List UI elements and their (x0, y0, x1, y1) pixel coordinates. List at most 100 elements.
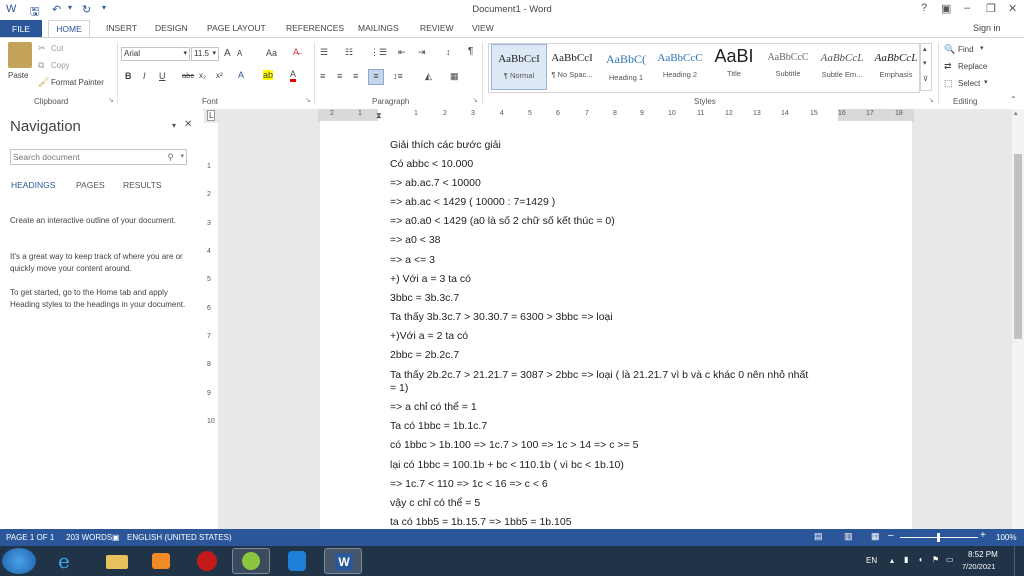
tab-references[interactable]: REFERENCES (286, 23, 344, 33)
superscript-button[interactable]: x² (216, 71, 223, 80)
word-count[interactable]: 203 WORDS (66, 533, 112, 542)
style-subtitle[interactable]: AaBbCcC Subtitle (761, 44, 815, 90)
shrink-font-button[interactable]: A (237, 49, 242, 58)
chevron-up-icon[interactable]: ▴ (923, 45, 927, 53)
chevron-down-icon[interactable]: ▾ (984, 78, 988, 86)
align-right-icon[interactable]: ≡ (353, 71, 358, 81)
web-layout-icon[interactable]: ▦ (871, 531, 880, 542)
tab-review[interactable]: REVIEW (420, 23, 454, 33)
tab-page-layout[interactable]: PAGE LAYOUT (207, 23, 266, 33)
align-left-icon[interactable]: ≡ (320, 71, 325, 81)
network-icon[interactable]: ▮ (904, 555, 908, 564)
flag-icon[interactable]: ⚑ (932, 555, 939, 564)
clipboard-launcher-icon[interactable]: ↘ (108, 96, 114, 104)
zoom-out-button[interactable]: – (888, 530, 894, 541)
tab-pages[interactable]: PAGES (76, 180, 105, 190)
tab-mailings[interactable]: MAILINGS (358, 23, 399, 33)
page-count[interactable]: PAGE 1 OF 1 (6, 533, 54, 542)
tab-file[interactable]: FILE (0, 20, 42, 38)
battery-icon[interactable]: ▭ (946, 555, 954, 564)
indent-marker-icon[interactable]: ⧗ (376, 111, 382, 121)
styles-launcher-icon[interactable]: ↘ (928, 96, 934, 104)
style-subtle-emphasis[interactable]: AaBbCcL Subtle Em... (815, 44, 869, 90)
style-heading-2[interactable]: AaBbCcC Heading 2 (653, 44, 707, 90)
tab-selector-icon[interactable]: L (207, 110, 216, 121)
word-icon[interactable]: W (324, 548, 362, 574)
ribbon-display-button[interactable]: ▣ (941, 2, 951, 15)
tab-results[interactable]: RESULTS (123, 180, 162, 190)
scrollbar-thumb[interactable] (1014, 154, 1022, 339)
tab-home[interactable]: HOME (48, 20, 90, 38)
justify-icon[interactable]: ≡ (368, 69, 384, 85)
close-icon[interactable]: ✕ (184, 119, 192, 130)
language-status[interactable]: ENGLISH (UNITED STATES) (127, 533, 232, 542)
shield-app-icon[interactable] (278, 548, 316, 574)
style-heading-1[interactable]: AaBbC( Heading 1 (599, 44, 653, 90)
sign-in-link[interactable]: Sign in (973, 23, 1001, 33)
input-language[interactable]: EN (866, 556, 877, 565)
collapse-ribbon-icon[interactable]: ⌃ (1010, 95, 1017, 104)
decrease-indent-icon[interactable]: ⇤ (398, 47, 406, 58)
tab-design[interactable]: DESIGN (155, 23, 188, 33)
folder-icon[interactable] (98, 548, 136, 574)
show-hidden-icons-icon[interactable]: ▴ (890, 556, 894, 565)
red-app-icon[interactable] (188, 548, 226, 574)
search-icon[interactable]: ⚲ (167, 150, 174, 164)
italic-button[interactable]: I (143, 71, 146, 81)
zoom-slider-thumb[interactable] (937, 533, 940, 542)
tab-view[interactable]: VIEW (472, 23, 494, 33)
font-name-box[interactable]: Arial ▾ (121, 47, 190, 61)
font-color-icon[interactable]: A (290, 69, 297, 82)
increase-indent-icon[interactable]: ⇥ (418, 47, 426, 58)
format-painter-icon[interactable]: 🖌 (38, 77, 49, 88)
green-app-icon[interactable] (232, 548, 270, 574)
copy-icon[interactable]: ⧉ (38, 60, 44, 71)
help-button[interactable]: ? (921, 2, 927, 14)
clock-time[interactable]: 8:52 PM (968, 550, 998, 559)
ie-icon[interactable]: e (48, 548, 86, 574)
text-effects-icon[interactable]: A (238, 70, 244, 80)
style-no-spacing[interactable]: AaBbCcI ¶ No Spac... (545, 44, 599, 90)
bold-button[interactable]: B (125, 71, 132, 81)
chevron-down-icon[interactable]: ▾ (180, 150, 184, 164)
line-spacing-icon[interactable]: ↕≡ (393, 71, 403, 81)
styles-scroll[interactable]: ▴ ▾ ⊽ (920, 43, 932, 91)
shading-icon[interactable]: ◭ (425, 71, 432, 82)
chevron-down-icon[interactable]: ▾ (980, 44, 984, 52)
volume-icon[interactable]: ◖ (918, 555, 923, 564)
paragraph-launcher-icon[interactable]: ↘ (472, 96, 478, 104)
change-case-button[interactable]: Aa (266, 48, 277, 58)
clear-formatting-icon[interactable]: A̶ (293, 47, 299, 57)
align-center-icon[interactable]: ≡ (337, 71, 342, 81)
chevron-down-icon[interactable]: ▾ (923, 59, 927, 67)
grow-font-button[interactable]: A (224, 48, 231, 59)
show-marks-button[interactable]: ¶ (468, 46, 473, 57)
paste-icon[interactable] (8, 42, 32, 68)
chevron-up-icon[interactable]: ▴ (1014, 109, 1018, 117)
multilevel-list-icon[interactable]: ⋮☰ (370, 47, 387, 58)
tab-insert[interactable]: INSERT (106, 23, 137, 33)
search-input[interactable]: Search document ⚲ ▾ (10, 149, 187, 165)
format-painter-button[interactable]: Format Painter (51, 78, 104, 87)
document-page[interactable]: Giải thích các bước giải Có abbc < 10.00… (320, 121, 912, 529)
clock-date[interactable]: 7/20/2021 (962, 562, 995, 571)
paste-button[interactable]: Paste (8, 71, 28, 80)
vertical-ruler[interactable]: 1 2 3 4 5 6 7 8 9 10 (204, 123, 218, 529)
cut-button[interactable]: Cut (51, 44, 63, 53)
select-icon[interactable]: ⬚ (944, 78, 953, 89)
find-icon[interactable]: 🔍 (944, 44, 955, 55)
zoom-level[interactable]: 100% (996, 533, 1016, 542)
media-player-icon[interactable] (142, 548, 180, 574)
font-launcher-icon[interactable]: ↘ (305, 96, 311, 104)
read-mode-icon[interactable]: ▤ (814, 531, 823, 542)
replace-button[interactable]: Replace (958, 62, 987, 71)
restore-button[interactable]: ❐ (986, 2, 996, 15)
numbering-icon[interactable]: ☷ (345, 47, 353, 58)
pane-options-icon[interactable]: ▾ (172, 121, 176, 130)
cut-icon[interactable]: ✂ (38, 43, 46, 54)
subscript-button[interactable]: x₂ (199, 71, 206, 80)
minimize-button[interactable]: – (964, 2, 970, 14)
select-button[interactable]: Select (958, 79, 980, 88)
find-button[interactable]: Find (958, 45, 974, 54)
borders-icon[interactable]: ▦ (450, 71, 459, 82)
